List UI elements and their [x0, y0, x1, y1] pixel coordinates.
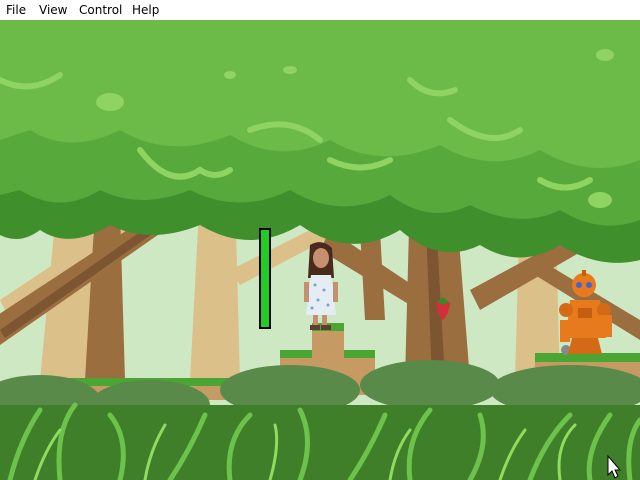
menu-bar: File View Control Help — [0, 0, 640, 20]
tree-canopy — [0, 20, 640, 263]
menu-file[interactable]: File — [5, 0, 27, 20]
foreground-grass — [0, 405, 640, 480]
menu-help[interactable]: Help — [131, 0, 160, 20]
game-viewport[interactable] — [0, 20, 640, 480]
step-platform-high — [312, 323, 344, 373]
player-health-bar — [259, 228, 271, 329]
menu-control[interactable]: Control — [78, 0, 123, 20]
menu-view[interactable]: View — [38, 0, 68, 20]
